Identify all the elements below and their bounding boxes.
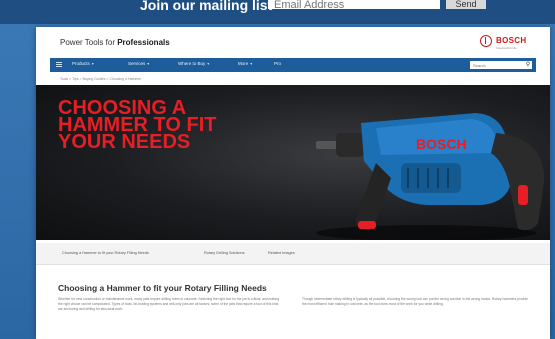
hero-heading: CHOOSING A HAMMER TO FIT YOUR NEEDS <box>58 97 217 153</box>
article-title: Choosing a Hammer to fit your Rotary Fil… <box>58 283 267 293</box>
article-column-right: Though intermediate rotary drilling is t… <box>302 297 528 307</box>
nav-item-pro[interactable]: Pro <box>274 61 281 69</box>
menu-icon[interactable] <box>56 62 62 68</box>
chevron-down-icon: ▾ <box>147 61 150 66</box>
mailing-list-bar: Join our mailing list Send <box>0 0 555 24</box>
bosch-armature-icon <box>480 35 492 47</box>
email-field[interactable] <box>268 0 440 9</box>
nav-item-products[interactable]: Products ▾ <box>72 61 94 69</box>
brand-name: BOSCH <box>496 36 527 45</box>
search-icon[interactable]: ⚲ <box>524 61 532 69</box>
chevron-down-icon: ▾ <box>250 61 253 66</box>
nav-item-more[interactable]: More ▾ <box>238 61 252 69</box>
tab-rotary-drilling[interactable]: Rotary Drilling Solutions <box>204 251 245 255</box>
site-header: Power Tools for Professionals BOSCH Inve… <box>36 27 550 57</box>
hero-banner: CHOOSING A HAMMER TO FIT YOUR NEEDS BOSC… <box>36 85 550 240</box>
site-title-prefix: Power Tools for <box>60 38 118 47</box>
svg-text:BOSCH: BOSCH <box>416 136 467 152</box>
website-preview: Power Tools for Professionals BOSCH Inve… <box>36 27 550 339</box>
site-title[interactable]: Power Tools for Professionals <box>60 38 170 47</box>
breadcrumb[interactable]: Tools > Tips > Buying Guides > Choosing … <box>60 77 141 81</box>
nav-item-where-to-buy[interactable]: Where to Buy ▾ <box>178 61 209 69</box>
bosch-logo[interactable]: BOSCH Invented for life <box>480 35 542 55</box>
mailing-list-text: Join our mailing list <box>140 0 273 13</box>
site-title-bold: Professionals <box>117 38 170 47</box>
send-button[interactable]: Send <box>446 0 486 9</box>
main-nav: Products ▾ Services ▾ Where to Buy ▾ More ▾ … <box>50 58 536 72</box>
rotary-hammer-image: BOSCH <box>316 113 545 240</box>
tab-related-images[interactable]: Related Images <box>268 251 295 255</box>
brand-tagline: Invented for life <box>496 46 517 50</box>
chevron-down-icon: ▾ <box>91 61 94 66</box>
article-tabs: Choosing a Hammer to fit your Rotary Fil… <box>36 243 550 265</box>
tab-choosing-hammer[interactable]: Choosing a Hammer to fit your Rotary Fil… <box>62 251 149 255</box>
nav-item-services[interactable]: Services ▾ <box>128 61 149 69</box>
search-input[interactable] <box>470 61 532 69</box>
article-column-left: Whether for new construction or maintena… <box>58 297 280 312</box>
chevron-down-icon: ▾ <box>207 61 210 66</box>
